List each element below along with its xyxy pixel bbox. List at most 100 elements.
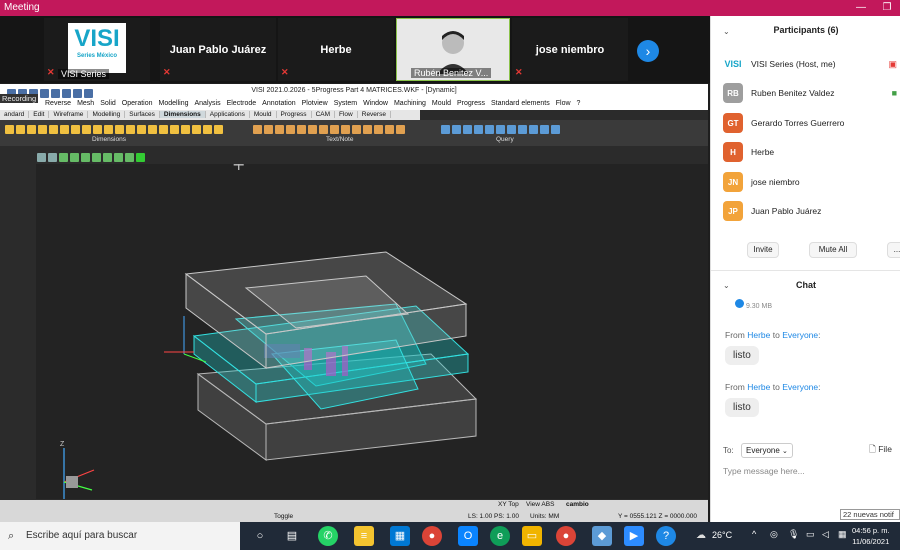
menu-item[interactable]: Solid bbox=[100, 100, 116, 107]
app-icon[interactable]: ≡ bbox=[354, 526, 374, 546]
recipient-select[interactable]: Everyone ⌄ bbox=[741, 443, 793, 458]
file-attachment[interactable]: 9.30 MB bbox=[735, 299, 772, 310]
zoom-icon[interactable]: ▶ bbox=[624, 526, 644, 546]
ribbon-tab[interactable]: Surfaces bbox=[125, 111, 160, 118]
video-tile-ruben[interactable]: Rubén Benitez V... bbox=[396, 18, 510, 81]
help-icon[interactable]: ? bbox=[656, 526, 676, 546]
chrome-icon[interactable]: ● bbox=[556, 526, 576, 546]
participants-title: Participants (6) bbox=[773, 25, 839, 35]
to-label: To: bbox=[723, 446, 734, 455]
tile-name: Rubén Benitez V... bbox=[411, 68, 492, 78]
clock[interactable]: 04:56 p. m. 11/06/2021 bbox=[852, 525, 890, 547]
recipient-link[interactable]: Everyone bbox=[782, 330, 818, 340]
menu-item[interactable]: ? bbox=[577, 100, 581, 107]
menu-item[interactable]: Machining bbox=[394, 100, 426, 107]
menu-item[interactable]: Standard elements bbox=[491, 100, 550, 107]
mute-all-button[interactable]: Mute All bbox=[809, 242, 857, 258]
recipient-link[interactable]: Everyone bbox=[782, 382, 818, 392]
camera-icon[interactable]: ◎ bbox=[770, 529, 778, 540]
menu-item[interactable]: Window bbox=[363, 100, 388, 107]
video-tile-herbe[interactable]: Herbe ✕ bbox=[278, 18, 394, 81]
store-icon[interactable]: ▦ bbox=[390, 526, 410, 546]
invite-button[interactable]: Invite bbox=[747, 242, 779, 258]
recording-badge: Recording bbox=[0, 94, 39, 103]
group-label-query: Query bbox=[496, 136, 514, 143]
mic-muted-icon: ✕ bbox=[47, 67, 55, 77]
sender-link[interactable]: Herbe bbox=[747, 330, 770, 340]
video-tile-juan[interactable]: Juan Pablo Juárez ✕ bbox=[160, 18, 276, 81]
video-tile-jose[interactable]: jose niembro ✕ bbox=[512, 18, 628, 81]
toggle-button[interactable]: Toggle bbox=[274, 513, 293, 520]
participant-row[interactable]: GT Gerardo Torres Guerrero bbox=[723, 112, 900, 134]
chevron-down-icon: ⌄ bbox=[782, 448, 788, 455]
ribbon-tab[interactable]: Applications bbox=[205, 111, 250, 118]
menu-item[interactable]: Electrode bbox=[227, 100, 257, 107]
file-button[interactable]: 🗋 File bbox=[869, 444, 892, 458]
temperature[interactable]: 26°C bbox=[712, 530, 732, 540]
minimize-icon[interactable]: — bbox=[850, 0, 872, 16]
notification-toast[interactable]: 22 nuevas notif bbox=[840, 509, 900, 520]
video-tile-visi[interactable]: VISI Series México ✕ VISI Series bbox=[44, 18, 150, 81]
taskbar: ⌕ Escribe aquí para buscar ○ ▤ ✆ ≡ ▦ ● O… bbox=[0, 522, 900, 550]
tile-name: Juan Pablo Juárez bbox=[169, 43, 267, 56]
keyboard-icon[interactable]: ▦ bbox=[838, 529, 847, 540]
side-panel: ⌄ Participants (6) VISI VISI Series (Hos… bbox=[710, 16, 900, 522]
participant-row[interactable]: VISI VISI Series (Host, me) ▣ bbox=[723, 53, 900, 75]
edge-icon[interactable]: e bbox=[490, 526, 510, 546]
restore-icon[interactable]: ❐ bbox=[876, 0, 898, 16]
participant-row[interactable]: JN jose niembro bbox=[723, 171, 900, 193]
chrome-icon[interactable]: ● bbox=[422, 526, 442, 546]
ribbon-tab[interactable]: Progress bbox=[276, 111, 312, 118]
menu-item[interactable]: Operation bbox=[122, 100, 153, 107]
visi-app-icon[interactable]: ◆ bbox=[592, 526, 612, 546]
menu-item[interactable]: Reverse bbox=[45, 100, 71, 107]
microphone-icon[interactable]: 🎙 bbox=[788, 529, 799, 540]
to-word: to bbox=[772, 382, 780, 392]
menu-item[interactable]: Modelling bbox=[159, 100, 189, 107]
ribbon-tab[interactable]: Reverse bbox=[357, 111, 391, 118]
taskbar-search[interactable]: ⌕ Escribe aquí para buscar bbox=[0, 522, 240, 550]
menu-item[interactable]: Analysis bbox=[195, 100, 221, 107]
file-explorer-icon[interactable]: ▭ bbox=[522, 526, 542, 546]
volume-icon[interactable]: ◁ bbox=[822, 529, 829, 540]
chevron-right-icon: › bbox=[645, 43, 651, 59]
menu-item[interactable]: Mould bbox=[432, 100, 451, 107]
whatsapp-icon[interactable]: ✆ bbox=[318, 526, 338, 546]
participant-name: Ruben Benitez Valdez bbox=[751, 88, 835, 98]
view-toolbar[interactable] bbox=[36, 150, 146, 162]
file-label: File bbox=[878, 444, 892, 454]
menu-item[interactable]: Annotation bbox=[262, 100, 295, 107]
next-page-button[interactable]: › bbox=[637, 40, 659, 62]
ribbon-tab[interactable]: Wireframe bbox=[49, 111, 89, 118]
tray-chevron-up-icon[interactable]: ^ bbox=[752, 529, 756, 539]
ribbon-tab[interactable]: Modelling bbox=[88, 111, 126, 118]
visi-logo: VISI Series México bbox=[68, 22, 126, 73]
task-view-icon[interactable]: ▤ bbox=[282, 526, 302, 546]
more-options-button[interactable]: ... bbox=[887, 242, 900, 258]
sender-link[interactable]: Herbe bbox=[747, 382, 770, 392]
cortana-icon[interactable]: ○ bbox=[250, 526, 270, 546]
participant-row[interactable]: RB Ruben Benitez Valdez ■ bbox=[723, 82, 900, 104]
participant-row[interactable]: H Herbe bbox=[723, 141, 900, 163]
3d-viewport[interactable]: + Z bbox=[36, 155, 708, 512]
ribbon-tab[interactable]: andard bbox=[0, 111, 30, 118]
ribbon-tab[interactable]: CAM bbox=[311, 111, 336, 118]
menu-item[interactable]: Plotview bbox=[302, 100, 328, 107]
message-input[interactable]: Type message here... bbox=[723, 466, 805, 476]
outlook-icon[interactable]: O bbox=[458, 526, 478, 546]
participant-row[interactable]: JP Juan Pablo Juárez bbox=[723, 200, 900, 222]
ribbon-tab[interactable]: Mould bbox=[249, 111, 277, 118]
chat-bubble: listo bbox=[725, 398, 759, 417]
menu-item[interactable]: Progress bbox=[457, 100, 485, 107]
view-abs-label[interactable]: View ABS bbox=[526, 501, 554, 508]
visi-logo-sub: Series México bbox=[76, 52, 118, 59]
date: 11/06/2021 bbox=[852, 537, 890, 546]
ribbon-tab[interactable]: Flow bbox=[335, 111, 358, 118]
ribbon-tab[interactable]: Edit bbox=[29, 111, 50, 118]
menu-item[interactable]: Flow bbox=[556, 100, 571, 107]
ribbon-tab[interactable]: Dimensions bbox=[159, 111, 206, 118]
menu-item[interactable]: Mesh bbox=[77, 100, 94, 107]
menu-item[interactable]: System bbox=[334, 100, 357, 107]
network-icon[interactable]: ▭ bbox=[806, 529, 815, 540]
weather-icon[interactable]: ☁ bbox=[696, 530, 706, 541]
